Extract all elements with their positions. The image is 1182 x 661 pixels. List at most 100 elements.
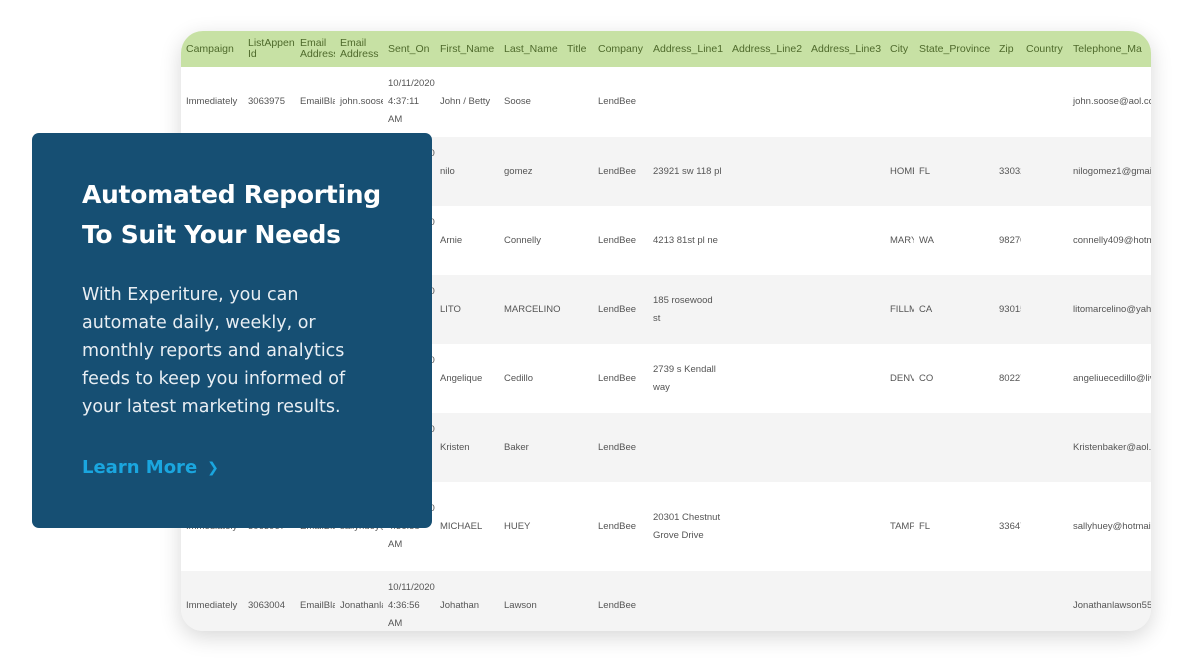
overlay-title-line2: To Suit Your Needs [82,220,341,249]
table-cell: EmailBlast [300,599,335,611]
table-cell [806,571,885,631]
table-cell: LendBee [598,234,637,246]
table-cell [994,413,1021,482]
table-cell [727,413,806,482]
table-cell [727,482,806,571]
column-header[interactable]: ListAppend Id [243,31,295,67]
table-cell [727,571,806,631]
overlay-title: Automated Reporting To Suit Your Needs [82,175,382,255]
table-cell [562,482,593,571]
table-cell [994,67,1021,137]
table-cell [1021,67,1068,137]
table-cell: litomarcelino@yahoo.com [1073,303,1151,315]
table-cell: john.soose@aol.com [340,96,383,107]
table-cell: john.soose@aol.com [1073,96,1151,107]
table-cell: 4213 81st pl ne [653,234,718,246]
table-cell [727,275,806,344]
table-cell [994,571,1021,631]
table-cell: FL [919,520,931,532]
table-cell: LendBee [598,165,637,177]
table-cell: 23921 sw 118 pl [653,165,722,177]
table-cell [914,413,994,482]
table-cell [806,413,885,482]
column-header[interactable]: Address_Line3 [806,31,885,67]
table-cell: MARCELINO [504,303,561,315]
column-header[interactable]: State_Province [914,31,994,67]
table-cell: MICHAEL [440,520,483,532]
table-cell: LendBee [598,599,637,611]
table-cell: connelly409@hotmail.com [1073,234,1151,246]
learn-more-link[interactable]: Learn More ❯ [82,457,219,478]
table-cell: gomez [504,165,533,177]
column-header[interactable]: Address_Line1 [648,31,727,67]
table-cell: 20301 Chestnut Grove Drive [653,511,721,541]
table-cell [1021,275,1068,344]
table-row[interactable]: Immediately 3063004 EmailBlast Jonathanlaws… [181,571,1151,631]
table-cell: Jonathanlawson55@gmail.com [1073,599,1151,611]
table-header-row: CampaignListAppend IdEmail AddressEmail … [181,31,1151,67]
table-cell [806,344,885,413]
table-cell: 3063004 [248,599,285,611]
table-cell: LendBee [598,520,637,532]
table-cell: MARYSVILLE [890,234,914,246]
table-cell: 98270 [999,234,1021,246]
table-row[interactable]: Immediately 3063975 EmailBlast john.soose@a… [181,67,1151,137]
table-cell: angeliuecedillo@live.com [1073,372,1151,384]
column-header[interactable]: Email Address [335,31,383,67]
feature-overlay-card: Automated Reporting To Suit Your Needs W… [32,133,432,528]
table-cell: CO [919,372,934,384]
column-header[interactable]: Country [1021,31,1068,67]
table-cell: 10/11/2020 4:37:11 AM [388,78,435,125]
table-cell [1021,206,1068,275]
table-cell: nilogomez1@gmail.com [1073,165,1151,177]
table-cell [806,206,885,275]
table-cell [648,413,727,482]
table-cell [1021,344,1068,413]
column-header[interactable]: Email Address [295,31,335,67]
table-cell: DENVER [890,372,914,384]
table-cell [806,137,885,206]
table-cell: Arnie [440,234,463,246]
table-cell: 10/11/2020 4:36:56 AM [388,581,435,629]
column-header[interactable]: Title [562,31,593,67]
table-cell [562,137,593,206]
table-cell: TAMPA [890,520,914,532]
table-cell [885,571,914,631]
column-header[interactable]: City [885,31,914,67]
table-cell: sallyhuey@hotmail.com [1073,520,1151,532]
column-header[interactable]: Zip [994,31,1021,67]
table-cell: LITO [440,303,461,315]
table-cell [562,67,593,137]
table-cell [1021,413,1068,482]
column-header[interactable]: Sent_On [383,31,435,67]
table-cell: 3063975 [248,96,285,107]
table-cell [562,275,593,344]
table-cell: LendBee [598,441,637,453]
table-cell: Immediately [186,599,238,611]
table-cell: FILLMORE [890,303,914,315]
table-cell: Baker [504,441,529,453]
table-cell [727,206,806,275]
table-cell: 2739 s Kendall way [653,363,716,393]
table-cell: LendBee [598,303,637,315]
column-header[interactable]: Campaign [181,31,243,67]
table-cell [806,67,885,137]
table-cell: nilo [440,165,455,177]
table-cell: Johathan [440,599,480,611]
column-header[interactable]: Address_Line2 [727,31,806,67]
table-cell: Angelique [440,372,483,384]
column-header[interactable]: Last_Name [499,31,562,67]
table-cell: HOMESTEAD [890,165,914,177]
table-cell [885,413,914,482]
table-cell [562,571,593,631]
table-cell: Immediately [186,96,238,107]
column-header[interactable]: Telephone_Ma [1068,31,1151,67]
table-cell: LendBee [598,372,637,384]
table-cell [727,344,806,413]
table-cell: EmailBlast [300,96,335,107]
overlay-description: With Experiture, you can automate daily,… [82,285,346,417]
table-cell [1021,482,1068,571]
column-header[interactable]: Company [593,31,648,67]
table-cell: Kristenbaker@aol.com [1073,441,1151,453]
column-header[interactable]: First_Name [435,31,499,67]
